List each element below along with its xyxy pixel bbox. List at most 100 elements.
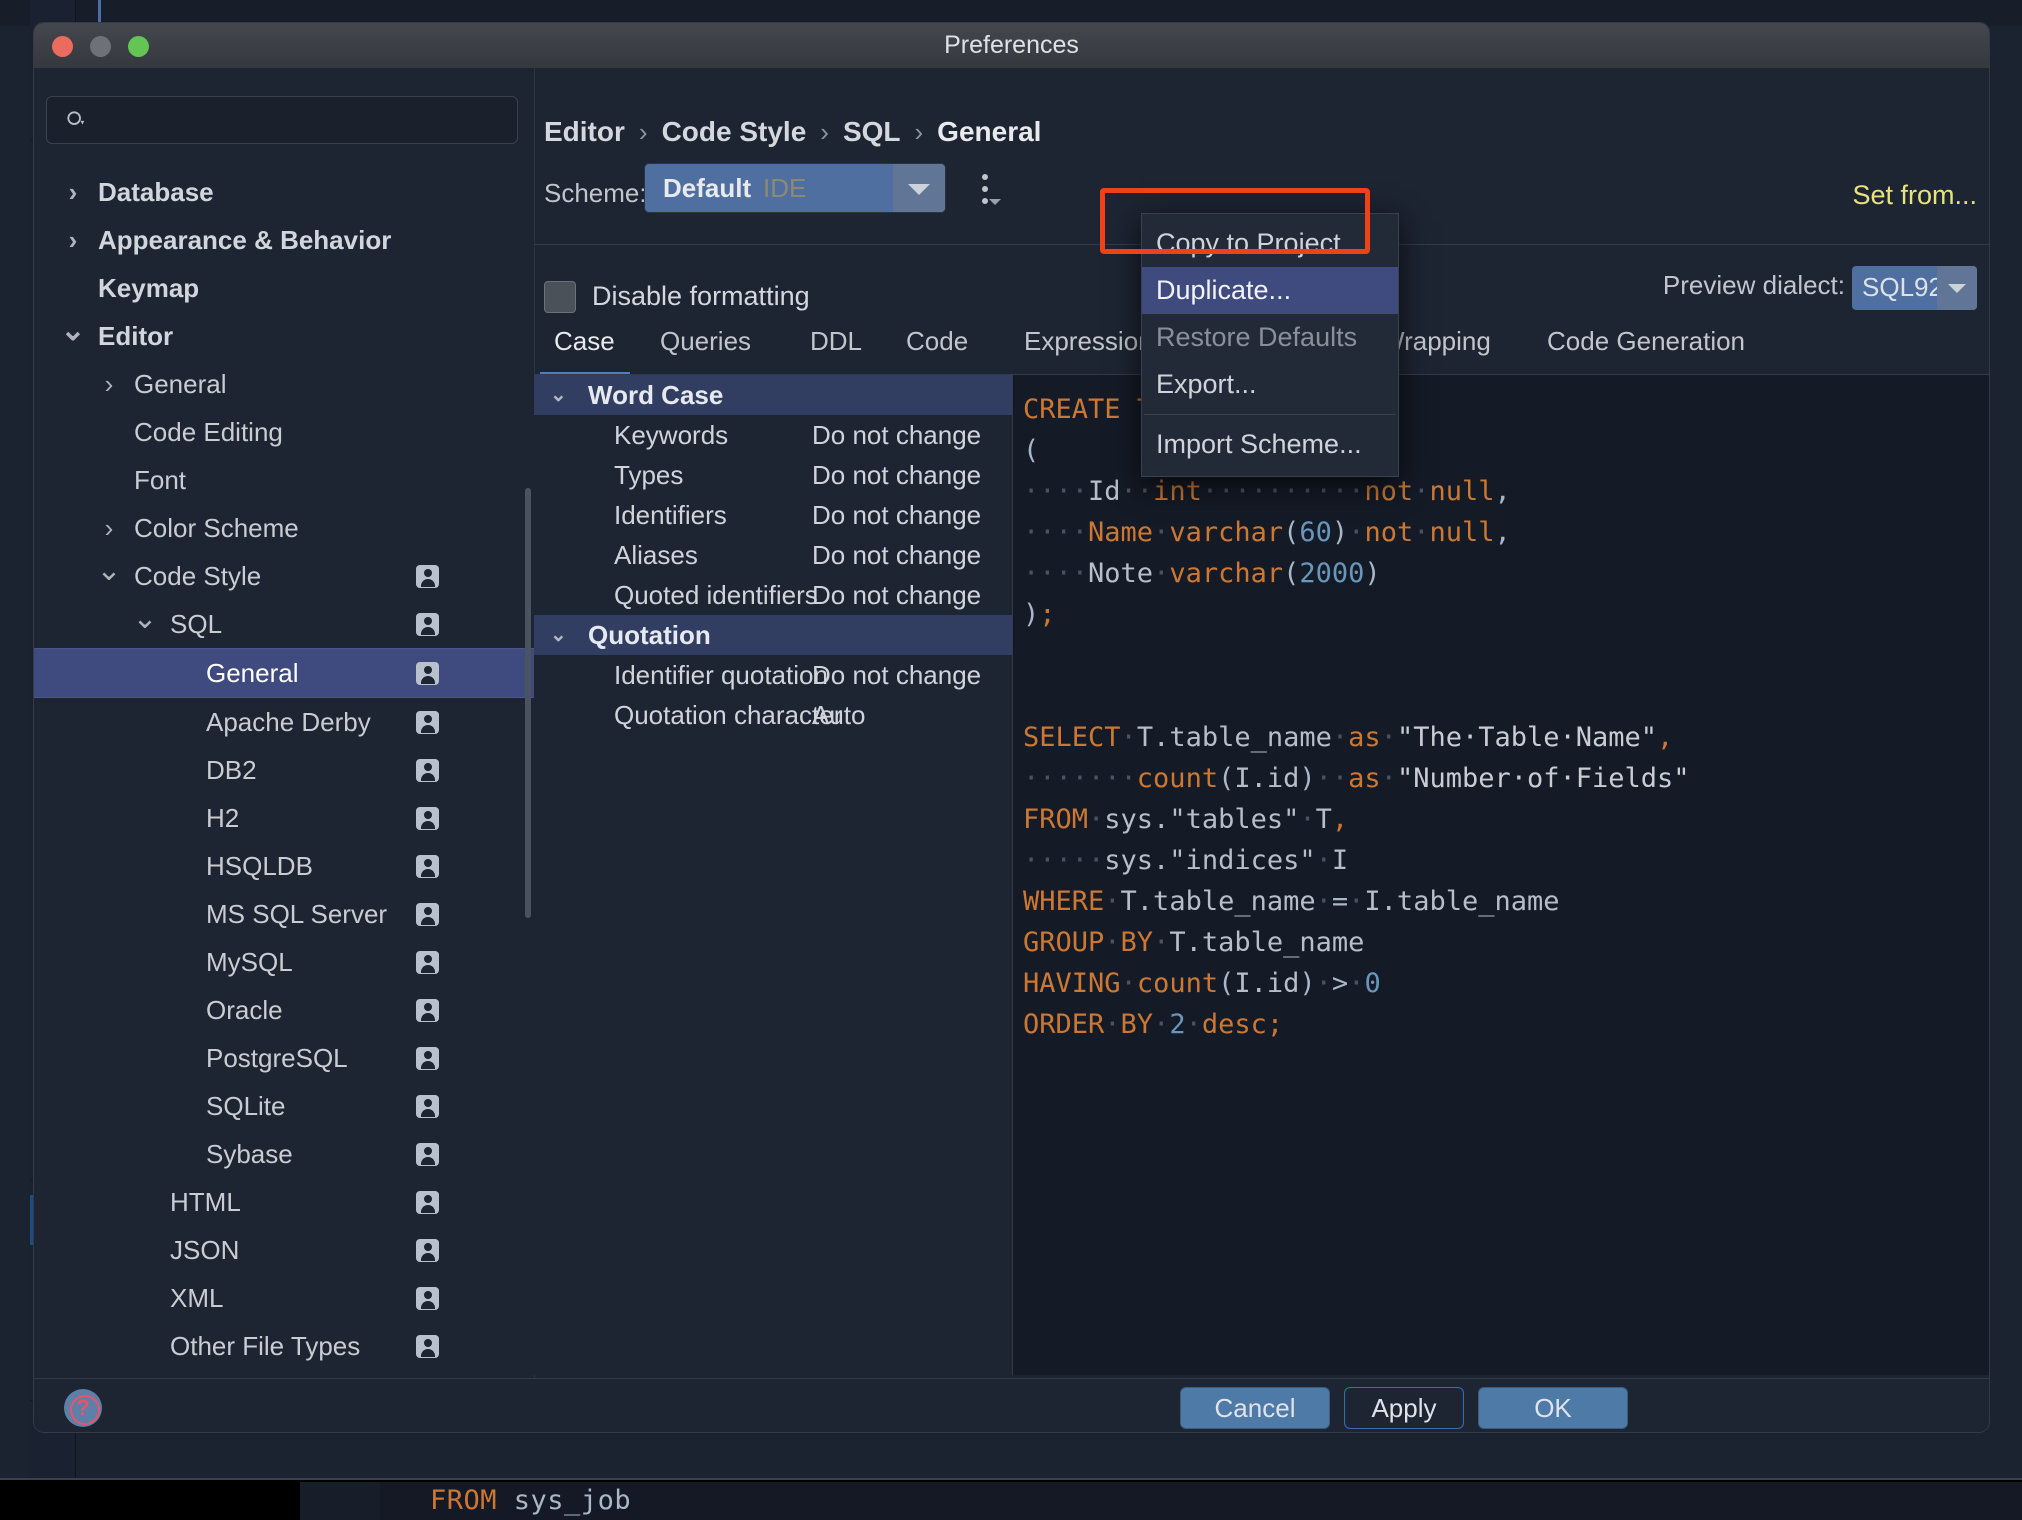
set-from-link[interactable]: Set from... [1852,180,1977,211]
tab-code[interactable]: Code [906,326,968,357]
setting-row[interactable]: Identifiers Do not change [534,495,1012,535]
sidebar-item-keymap[interactable]: Keymap [34,264,534,312]
sidebar-item-color-scheme[interactable]: › Color Scheme [34,504,534,552]
breadcrumb-item[interactable]: Code Style [662,116,807,147]
sidebar-item-db2[interactable]: DB2 [34,746,534,794]
tab-case[interactable]: Case [554,326,615,357]
sidebar-scrollbar-thumb[interactable] [525,488,531,918]
setting-row[interactable]: ⌄ Word Case [534,375,1012,415]
code-line: ); [1023,594,1690,635]
sidebar-item-sqlite[interactable]: SQLite [34,1082,534,1130]
menu-item-copy-to-project[interactable]: Copy to Project... [1142,220,1398,267]
setting-row[interactable]: ⌄ Quotation [534,615,1012,655]
apply-button[interactable]: Apply [1344,1387,1464,1429]
cancel-button[interactable]: Cancel [1180,1387,1330,1429]
sidebar-item-sql[interactable]: ⌄ SQL [34,600,534,648]
setting-row[interactable]: Aliases Do not change [534,535,1012,575]
sidebar-item-other-file-types[interactable]: Other File Types [34,1322,534,1368]
chevron-right-icon[interactable]: › [96,504,122,552]
preview-dialect-dropdown[interactable]: SQL92 [1852,266,1977,310]
chevron-down-icon[interactable]: ⌄ [96,552,122,590]
search-input[interactable] [46,96,518,144]
sidebar-item-appearance-behavior[interactable]: › Appearance & Behavior [34,216,534,264]
sidebar-item-general[interactable]: › General [34,360,534,408]
tab-queries[interactable]: Queries [660,326,751,357]
menu-item-duplicate[interactable]: Duplicate... [1142,267,1398,314]
settings-sidebar: › Database › Appearance & Behavior Keymap ⌄ Ed… [34,68,535,1378]
tab-code-generation[interactable]: Code Generation [1547,326,1745,357]
chevron-down-icon[interactable] [893,164,945,212]
sidebar-item-code-editing[interactable]: Code Editing [34,408,534,456]
sidebar-item-label: DB2 [206,755,257,785]
word-case-settings-list[interactable]: ⌄ Word Case Keywords Do not change Types Do n… [534,375,1013,1375]
breadcrumb-item[interactable]: SQL [843,116,901,147]
code-token: · [1153,1009,1170,1040]
chevron-down-icon[interactable]: ⌄ [60,312,86,350]
code-token: BY [1120,927,1154,958]
code-token: · [1153,927,1170,958]
sidebar-item-hsqldb[interactable]: HSQLDB [34,842,534,890]
code-token: CREATE [1023,394,1121,425]
ok-button[interactable]: OK [1478,1387,1628,1429]
chevron-right-icon[interactable]: › [96,360,122,408]
chevron-down-icon[interactable]: ⌄ [132,600,158,638]
sidebar-item-oracle[interactable]: Oracle [34,986,534,1034]
user-scope-icon [416,1095,439,1118]
setting-value[interactable]: Do not change [812,655,981,695]
sidebar-item-editor[interactable]: ⌄ Editor [34,312,534,360]
code-line: ORDER·BY·2·desc; [1023,1004,1690,1045]
sidebar-scrollbar[interactable] [525,68,533,1378]
sidebar-item-postgresql[interactable]: PostgreSQL [34,1034,534,1082]
settings-tree[interactable]: › Database › Appearance & Behavior Keymap ⌄ Ed… [34,168,534,1368]
sidebar-item-json[interactable]: JSON [34,1226,534,1274]
sidebar-item-database[interactable]: › Database [34,168,534,216]
sidebar-item-font[interactable]: Font [34,456,534,504]
code-preview-pane[interactable]: CREATE TABLE My_Table(····Id··int·······… [1013,375,1989,1375]
disable-formatting-checkbox[interactable] [544,281,576,313]
setting-row[interactable]: Types Do not change [534,455,1012,495]
setting-row[interactable]: Keywords Do not change [534,415,1012,455]
code-token: · [1104,1009,1121,1040]
sidebar-item-sybase[interactable]: Sybase [34,1130,534,1178]
setting-row[interactable]: Identifier quotation Do not change [534,655,1012,695]
breadcrumb-item[interactable]: Editor [544,116,625,147]
setting-value[interactable]: Do not change [812,495,981,535]
setting-value[interactable]: Do not change [812,575,981,615]
code-token: "Number·of·Fields" [1396,763,1690,794]
scheme-context-menu[interactable]: Copy to Project... Duplicate... Restore De… [1141,213,1399,477]
setting-value[interactable]: Do not change [812,415,981,455]
menu-item-import-scheme[interactable]: Import Scheme... [1142,421,1398,468]
sidebar-item-h2[interactable]: H2 [34,794,534,842]
setting-value[interactable]: Do not change [812,535,981,575]
sidebar-item-xml[interactable]: XML [34,1274,534,1322]
screen: FROM sys_job Preferences › Database › Appea… [0,0,2022,1520]
setting-value[interactable]: Auto [812,695,866,735]
chevron-down-icon[interactable]: ⌄ [550,375,567,415]
help-button[interactable]: ? [64,1389,102,1427]
setting-row[interactable]: Quotation character Auto [534,695,1012,735]
scheme-dropdown[interactable]: Default IDE [644,163,946,213]
menu-item-export[interactable]: Export... [1142,361,1398,408]
user-scope-icon [416,613,439,636]
setting-row[interactable]: Quoted identifiers Do not change [534,575,1012,615]
code-token: · [1153,558,1170,589]
window-title: Preferences [944,31,1079,59]
chevron-right-icon[interactable]: › [60,216,86,264]
sidebar-item-mysql[interactable]: MySQL [34,938,534,986]
chevron-right-icon[interactable]: › [60,168,86,216]
tab-ddl[interactable]: DDL [810,326,862,357]
sidebar-item-label: General [134,369,227,399]
preferences-dialog: Preferences › Database › Appearance & Behav… [33,22,1990,1433]
sidebar-item-label: JSON [170,1235,240,1265]
sidebar-item-code-style[interactable]: ⌄ Code Style [34,552,534,600]
sidebar-item-apache-derby[interactable]: Apache Derby [34,698,534,746]
setting-value[interactable]: Do not change [812,455,981,495]
code-token: T.table_name [1136,722,1332,753]
scheme-actions-button[interactable] [971,164,1001,210]
sidebar-item-html[interactable]: HTML [34,1178,534,1226]
sidebar-item-ms-sql-server[interactable]: MS SQL Server [34,890,534,938]
sidebar-item-general[interactable]: General [34,648,534,698]
chevron-down-icon[interactable] [1937,266,1977,310]
breadcrumb-item[interactable]: General [937,116,1041,147]
chevron-down-icon[interactable]: ⌄ [550,615,567,655]
